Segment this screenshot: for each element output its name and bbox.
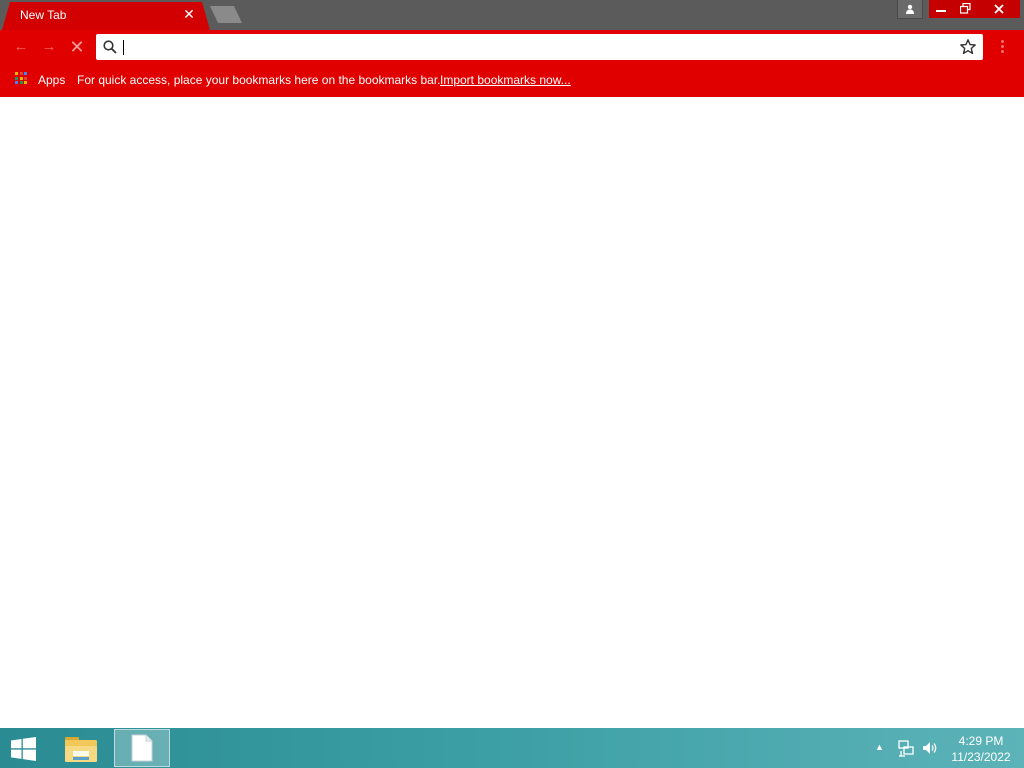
text-caret <box>123 40 124 55</box>
show-hidden-icons-button[interactable]: ▲ <box>875 742 887 752</box>
windows-logo-icon[interactable] <box>8 737 40 761</box>
network-icon[interactable] <box>897 739 915 757</box>
taskbar-document-app[interactable] <box>114 729 170 767</box>
search-icon <box>103 40 117 54</box>
volume-icon[interactable] <box>921 739 939 757</box>
person-icon <box>906 4 914 14</box>
new-tab-button[interactable] <box>210 6 242 23</box>
address-bar[interactable] <box>96 34 983 60</box>
forward-button[interactable]: → <box>40 39 58 55</box>
tab-strip: New Tab ✕ <box>0 0 1024 30</box>
bookmarks-bar: Apps For quick access, place your bookma… <box>0 65 1024 97</box>
page-content <box>0 97 1024 728</box>
file-explorer-icon[interactable] <box>62 733 100 765</box>
minimize-icon <box>936 10 946 12</box>
toolbar: ← → ✕ <box>0 30 1024 65</box>
more-vert-icon[interactable] <box>996 38 1008 56</box>
clock-date: 11/23/2022 <box>951 750 1011 764</box>
import-bookmarks-link[interactable]: Import bookmarks now... <box>440 73 571 87</box>
bookmarks-prompt: For quick access, place your bookmarks h… <box>77 73 441 87</box>
profile-button[interactable] <box>897 0 923 19</box>
restore-icon <box>959 2 971 14</box>
minimize-button[interactable] <box>929 0 953 18</box>
apps-grid-icon[interactable] <box>15 72 27 84</box>
system-clock[interactable]: 4:29 PM 11/23/2022 <box>944 733 1018 765</box>
close-window-button[interactable] <box>977 0 1020 18</box>
close-icon <box>993 4 1004 14</box>
restore-button[interactable] <box>953 0 977 18</box>
clock-time: 4:29 PM <box>958 734 1004 748</box>
apps-shortcut[interactable]: Apps <box>38 73 65 87</box>
stop-button[interactable]: ✕ <box>68 38 86 56</box>
document-icon <box>131 734 153 762</box>
tab-close-icon[interactable]: ✕ <box>182 7 196 21</box>
taskbar: ▲ 4:29 PM 11/23/2022 <box>0 728 1024 768</box>
tab-title: New Tab <box>20 8 67 22</box>
star-icon[interactable] <box>959 38 977 56</box>
back-button[interactable]: ← <box>12 39 30 55</box>
